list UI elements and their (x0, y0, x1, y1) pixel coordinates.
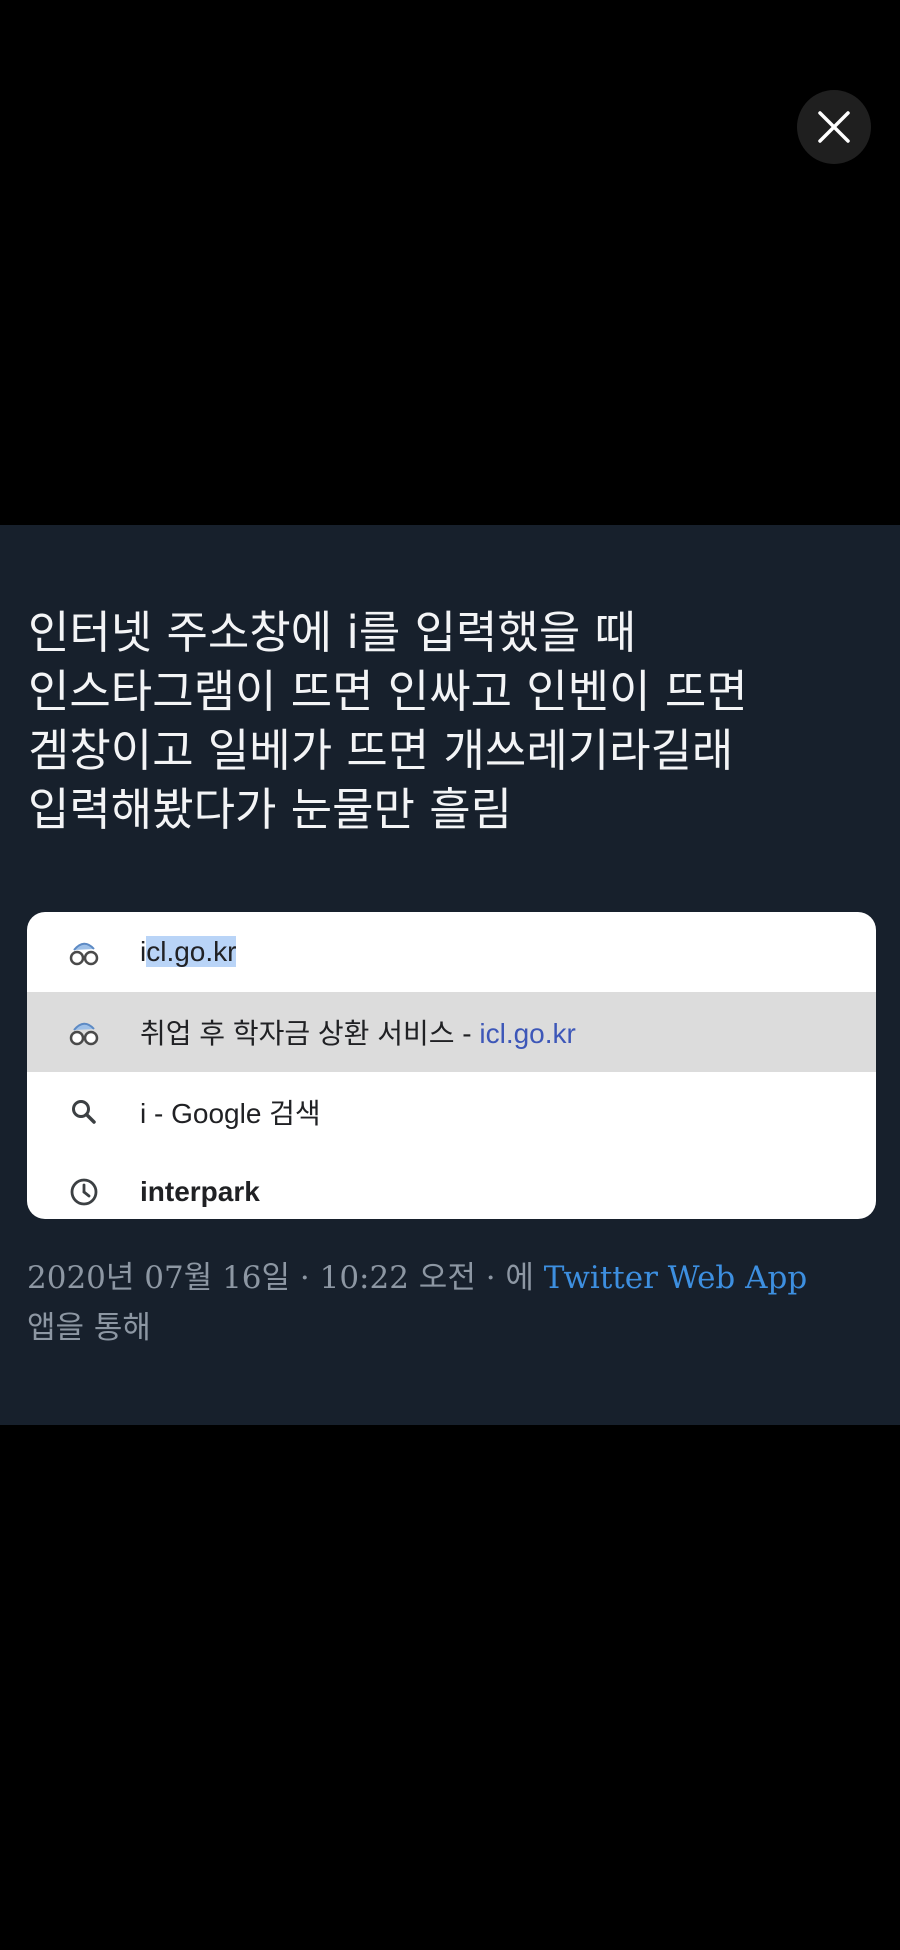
history-clock-icon (65, 1173, 103, 1211)
suggestion-history-text: interpark (140, 1176, 260, 1207)
tweet-line: 인터넷 주소창에 i를 입력했을 때 (28, 606, 636, 659)
suggestion-autocomplete-text: cl.go.kr (146, 936, 237, 967)
tweet-line: 겜창이고 일베가 뜨면 개쓰레기라길래 (28, 724, 734, 777)
site-favicon-icon (65, 933, 103, 971)
suggestion-separator: - (454, 1018, 480, 1049)
tweet-line: 인스타그램이 뜨면 인싸고 인벤이 뜨면 (28, 665, 748, 718)
tweet-source-link[interactable]: Twitter Web App (544, 1260, 807, 1296)
tweet-image-panel: 인터넷 주소창에 i를 입력했을 때 인스타그램이 뜨면 인싸고 인벤이 뜨면 … (0, 525, 900, 1425)
suggestion-row-icl[interactable]: icl.go.kr (27, 912, 876, 992)
site-favicon-icon (65, 1013, 103, 1051)
tweet-timestamp: 2020년 07월 16일 · 10:22 오전 · 에 (27, 1260, 534, 1296)
suggestion-row-interpark[interactable]: interpark (27, 1152, 876, 1219)
suggestion-search-text: i - Google 검색 (140, 1098, 321, 1129)
close-button[interactable] (797, 90, 871, 164)
suggestion-url: icl.go.kr (479, 1018, 576, 1049)
search-icon (65, 1093, 103, 1131)
tweet-text: 인터넷 주소창에 i를 입력했을 때 인스타그램이 뜨면 인싸고 인벤이 뜨면 … (28, 603, 888, 839)
address-bar-suggestions: icl.go.kr 취업 후 학자금 상환 서비스 - icl.go.kr i … (27, 912, 876, 1219)
suggestion-row-google-search[interactable]: i - Google 검색 (27, 1072, 876, 1152)
tweet-meta: 2020년 07월 16일 · 10:22 오전 · 에 Twitter Web… (27, 1253, 887, 1353)
suggestion-title: 취업 후 학자금 상환 서비스 (140, 1018, 455, 1049)
close-icon (818, 111, 850, 143)
tweet-source-suffix: 앱을 통해 (27, 1310, 151, 1346)
tweet-line: 입력해봤다가 눈물만 흘림 (28, 783, 513, 836)
suggestion-row-icl-service[interactable]: 취업 후 학자금 상환 서비스 - icl.go.kr (27, 992, 876, 1072)
